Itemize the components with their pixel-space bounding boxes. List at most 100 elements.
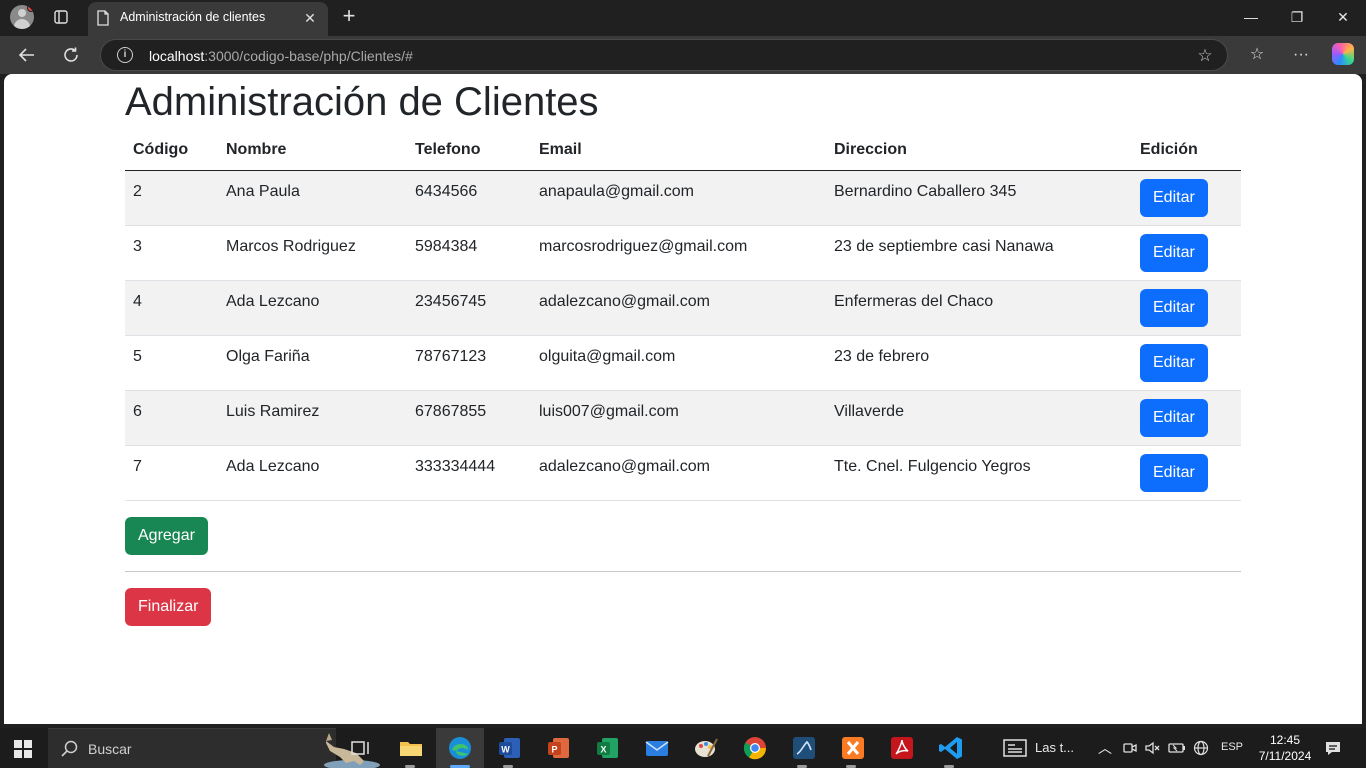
acrobat-icon[interactable] (888, 734, 916, 762)
back-arrow-icon[interactable] (14, 42, 40, 68)
cell-edicion: Editar (1132, 390, 1241, 446)
cell-edicion: Editar (1132, 280, 1241, 336)
address-bar[interactable]: i localhost:3000/codigo-base/php/Cliente… (100, 39, 1228, 71)
close-tab-icon[interactable]: ✕ (300, 8, 320, 28)
windows-start-icon[interactable] (14, 740, 32, 758)
reload-icon[interactable] (58, 42, 84, 68)
cell-email: olguita@gmail.com (531, 335, 826, 391)
vscode-icon[interactable] (937, 734, 965, 762)
page-document-icon (97, 10, 109, 26)
edit-button[interactable]: Editar (1140, 233, 1208, 272)
clock-date: 7/11/2024 (1258, 749, 1312, 763)
cell-direccion: 23 de septiembre casi Nanawa (826, 225, 1132, 281)
new-tab-icon[interactable]: + (338, 4, 360, 28)
search-icon (61, 740, 78, 757)
cell-edicion: Editar (1132, 445, 1241, 501)
chrome-icon[interactable] (741, 734, 769, 762)
column-header-codigo: Código (125, 130, 218, 171)
column-header-edicion: Edición (1132, 130, 1241, 171)
cell-nombre: Ana Paula (218, 170, 407, 226)
cell-email: luis007@gmail.com (531, 390, 826, 446)
edge-icon[interactable] (446, 734, 474, 762)
svg-text:W: W (501, 745, 510, 755)
meet-now-icon[interactable] (1122, 740, 1138, 756)
edit-button[interactable]: Editar (1140, 178, 1208, 217)
table-header-row: Código Nombre Telefono Email Direccion E… (125, 130, 1241, 171)
cell-nombre: Olga Fariña (218, 335, 407, 391)
favorites-list-icon[interactable]: ☆ (1246, 44, 1268, 66)
cell-codigo: 3 (125, 225, 218, 281)
cell-telefono: 5984384 (407, 225, 531, 281)
edit-button[interactable]: Editar (1140, 288, 1208, 327)
cell-email: adalezcano@gmail.com (531, 445, 826, 501)
clock-time: 12:45 (1269, 733, 1301, 747)
clients-table: Código Nombre Telefono Email Direccion E… (125, 130, 1241, 501)
table-row: 6 Luis Ramirez 67867855 luis007@gmail.co… (125, 390, 1241, 446)
system-clock[interactable]: 12:45 7/11/2024 (1250, 732, 1320, 764)
news-widget-icon[interactable] (1003, 738, 1027, 758)
edit-button[interactable]: Editar (1140, 398, 1208, 437)
favorite-star-icon[interactable]: ☆ (1195, 46, 1215, 66)
url-text: localhost:3000/codigo-base/php/Clientes/… (149, 48, 413, 64)
volume-muted-icon[interactable] (1144, 740, 1160, 756)
cell-email: marcosrodriguez@gmail.com (531, 225, 826, 281)
paint-icon[interactable] (692, 734, 720, 762)
table-row: 7 Ada Lezcano 333334444 adalezcano@gmail… (125, 445, 1241, 501)
edit-button[interactable]: Editar (1140, 453, 1208, 492)
edit-button[interactable]: Editar (1140, 343, 1208, 382)
cell-codigo: 6 (125, 390, 218, 446)
finish-button[interactable]: Finalizar (125, 588, 212, 626)
more-menu-icon[interactable]: ··· (1290, 44, 1312, 66)
cell-nombre: Marcos Rodriguez (218, 225, 407, 281)
cell-edicion: Editar (1132, 335, 1241, 391)
show-hidden-icons-chevron-icon[interactable]: ︿ (1098, 738, 1112, 758)
tab-administracion-clientes[interactable]: Administración de clientes ✕ (88, 2, 328, 36)
restore-icon[interactable]: ❐ (1274, 0, 1320, 34)
input-language-indicator[interactable]: ESP (1221, 741, 1243, 753)
widget-text[interactable]: Las t... (1035, 740, 1074, 755)
task-view-icon[interactable] (347, 734, 375, 762)
page-title: Administración de Clientes (125, 80, 599, 124)
cell-nombre: Luis Ramirez (218, 390, 407, 446)
cell-direccion: 23 de febrero (826, 335, 1132, 391)
network-globe-icon[interactable] (1193, 740, 1209, 756)
close-window-icon[interactable]: ✕ (1320, 0, 1366, 34)
file-explorer-icon[interactable] (397, 734, 425, 762)
mysql-workbench-icon[interactable] (790, 734, 818, 762)
profile-avatar-icon[interactable] (10, 5, 34, 29)
word-icon[interactable]: W (496, 734, 524, 762)
excel-icon[interactable]: X (594, 734, 622, 762)
cell-direccion: Enfermeras del Chaco (826, 280, 1132, 336)
cell-telefono: 78767123 (407, 335, 531, 391)
cell-direccion: Villaverde (826, 390, 1132, 446)
xampp-icon[interactable] (839, 734, 867, 762)
cell-edicion: Editar (1132, 225, 1241, 281)
minimize-icon[interactable]: — (1228, 0, 1274, 34)
cell-edicion: Editar (1132, 170, 1241, 226)
svg-text:P: P (551, 745, 557, 755)
add-client-button[interactable]: Agregar (125, 517, 208, 555)
cell-codigo: 5 (125, 335, 218, 391)
taskbar-search-box[interactable]: Buscar (48, 728, 380, 768)
cell-telefono: 23456745 (407, 280, 531, 336)
search-label: Buscar (88, 741, 132, 757)
tab-actions-icon[interactable] (50, 6, 72, 28)
column-header-direccion: Direccion (826, 130, 1132, 171)
cell-email: anapaula@gmail.com (531, 170, 826, 226)
column-header-email: Email (531, 130, 826, 171)
cell-codigo: 4 (125, 280, 218, 336)
copilot-icon[interactable] (1332, 43, 1354, 65)
notifications-icon[interactable] (1324, 739, 1342, 757)
browser-tab-bar: Administración de clientes ✕ + — ❐ ✕ (0, 0, 1366, 36)
powerpoint-icon[interactable]: P (545, 734, 573, 762)
svg-text:X: X (600, 745, 606, 755)
cell-telefono: 6434566 (407, 170, 531, 226)
table-row: 3 Marcos Rodriguez 5984384 marcosrodrigu… (125, 225, 1241, 281)
table-row: 4 Ada Lezcano 23456745 adalezcano@gmail.… (125, 280, 1241, 336)
battery-icon[interactable] (1168, 740, 1186, 756)
page-viewport: Administración de Clientes Código Nombre… (4, 74, 1362, 724)
cell-nombre: Ada Lezcano (218, 280, 407, 336)
site-info-icon[interactable]: i (117, 47, 133, 63)
mail-icon[interactable] (643, 734, 671, 762)
cell-email: adalezcano@gmail.com (531, 280, 826, 336)
